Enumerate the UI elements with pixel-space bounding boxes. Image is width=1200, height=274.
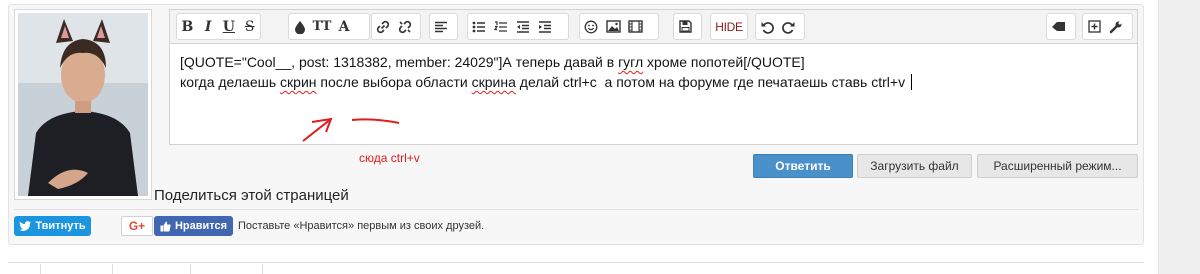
misspelled-word: скрин <box>280 74 317 90</box>
font-family-button[interactable]: A <box>333 14 355 39</box>
list-group <box>467 13 569 40</box>
media-group <box>579 13 659 40</box>
format-group: B I U S <box>176 13 261 40</box>
right-sidebar-edge <box>1158 0 1200 274</box>
text-caret <box>910 74 912 90</box>
advanced-mode-button[interactable]: Расширенный режим... <box>977 154 1138 178</box>
strike-button[interactable]: S <box>239 14 260 39</box>
indent-icon[interactable] <box>534 14 556 39</box>
message-text: когда делаешь <box>180 74 281 90</box>
google-plus-button[interactable]: G+ <box>121 216 153 236</box>
editor-content[interactable]: [QUOTE="Cool__, post: 1318382, member: 2… <box>170 44 1137 100</box>
tab-divider <box>112 264 113 274</box>
redo-icon[interactable] <box>778 14 800 39</box>
message-editor[interactable]: B I U S TT A HIDE [QUOTE="Cool__, post: … <box>169 9 1138 145</box>
like-label: Нравится <box>174 220 228 232</box>
italic-button[interactable]: I <box>198 14 219 39</box>
tab-divider <box>262 264 263 274</box>
avatar-image <box>18 13 148 196</box>
editor-line-1: [QUOTE="Cool__, post: 1318382, member: 2… <box>180 52 1127 72</box>
clear-format-group <box>1046 13 1076 40</box>
reply-button[interactable]: Ответить <box>753 154 853 178</box>
unlink-icon[interactable] <box>394 14 416 39</box>
link-icon[interactable] <box>372 14 394 39</box>
quote-text: [QUOTE="Cool__, post: 1318382, member: 2… <box>180 54 619 70</box>
thumbs-up-icon <box>160 221 171 231</box>
video-icon[interactable] <box>624 14 646 39</box>
outdent-icon[interactable] <box>512 14 534 39</box>
upload-file-button[interactable]: Загрузить файл <box>857 154 972 178</box>
bullet-list-icon[interactable] <box>468 14 490 39</box>
editor-toolbar: B I U S TT A HIDE <box>170 10 1137 44</box>
next-section-edge <box>8 262 1144 274</box>
share-divider <box>14 209 1138 210</box>
wrench-icon[interactable] <box>1105 14 1127 39</box>
share-title: Поделиться этой страницей <box>154 187 349 204</box>
misspelled-word: скрина <box>471 74 516 90</box>
facebook-like-button[interactable]: Нравится <box>154 216 233 236</box>
bold-button[interactable]: B <box>177 14 198 39</box>
history-group <box>755 13 805 40</box>
tab-divider <box>190 264 191 274</box>
image-icon[interactable] <box>602 14 624 39</box>
expand-icon[interactable] <box>1083 14 1105 39</box>
font-size-button[interactable]: TT <box>311 14 333 39</box>
save-group <box>673 13 702 40</box>
eraser-icon[interactable] <box>1047 14 1069 39</box>
quote-text-end: хроме попотей[/QUOTE] <box>643 54 805 70</box>
tweet-button[interactable]: Твитнуть <box>14 216 91 236</box>
undo-icon[interactable] <box>756 14 778 39</box>
align-group <box>429 13 458 40</box>
misspelled-word: гугл <box>618 54 644 70</box>
color-drop-icon[interactable] <box>289 14 311 39</box>
annotation-label: сюда ctrl+v <box>359 151 420 165</box>
align-left-icon[interactable] <box>430 14 452 39</box>
avatar[interactable] <box>14 9 152 200</box>
extra-group <box>1082 13 1133 40</box>
message-text: после выбора области <box>316 74 472 90</box>
editor-line-2: когда делаешь скрин после выбора области… <box>180 72 1127 92</box>
tweet-label: Твитнуть <box>35 220 86 232</box>
style-group: TT A <box>288 13 370 40</box>
facebook-like-hint: Поставьте «Нравится» первым из своих дру… <box>238 220 485 232</box>
twitter-bird-icon <box>19 221 32 231</box>
smiley-icon[interactable] <box>580 14 602 39</box>
link-group <box>371 13 421 40</box>
numbered-list-icon[interactable] <box>490 14 512 39</box>
underline-button[interactable]: U <box>219 14 240 39</box>
hide-button[interactable]: HIDE <box>711 14 747 39</box>
tab-divider <box>40 264 41 274</box>
message-text: делай ctrl+c а потом на форуме где печат… <box>515 74 909 90</box>
hide-group: HIDE <box>710 13 748 40</box>
save-draft-icon[interactable] <box>674 14 696 39</box>
